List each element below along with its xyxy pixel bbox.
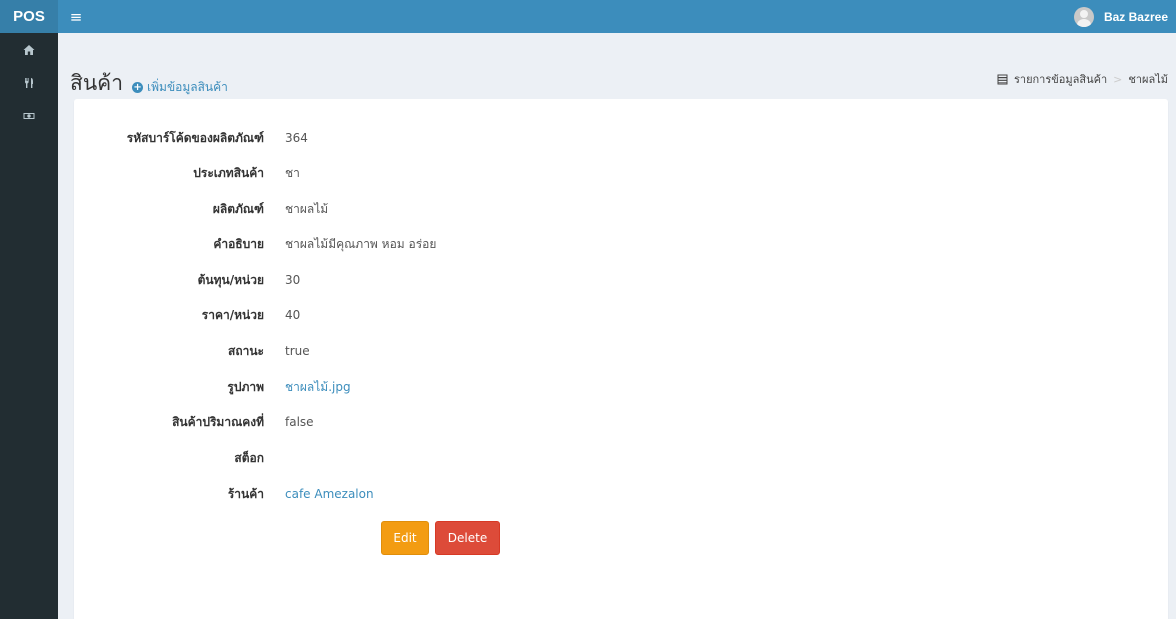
field-label: รหัสบาร์โค้ดของผลิตภัณฑ์: [126, 130, 264, 145]
breadcrumb-item-product-list[interactable]: รายการข้อมูลสินค้า: [1014, 70, 1107, 88]
field-label: ต้นทุน/หน่วย: [197, 272, 264, 287]
user-menu[interactable]: Baz Bazree: [1073, 6, 1168, 27]
field-row-image: รูปภาพ ชาผลไม้.jpg: [74, 378, 1168, 396]
sidebar-item-home[interactable]: [0, 33, 58, 66]
field-row-fixed-quantity: สินค้าปริมาณคงที่ false: [74, 413, 1168, 431]
field-value: false: [285, 415, 314, 429]
top-navbar: POS ≡ Baz Bazree: [0, 0, 1176, 33]
plus-circle-icon: +: [132, 82, 144, 93]
field-value: ชาผลไม้: [285, 201, 329, 216]
avatar: [1073, 6, 1094, 27]
add-product-link[interactable]: + เพิ่มข้อมูลสินค้า: [132, 78, 228, 97]
image-link[interactable]: ชาผลไม้.jpg: [285, 378, 351, 397]
field-label: ประเภทสินค้า: [193, 165, 264, 180]
home-icon: [23, 44, 35, 55]
field-row-cost: ต้นทุน/หน่วย 30: [74, 271, 1168, 289]
list-icon: [997, 74, 1008, 84]
breadcrumb: รายการข้อมูลสินค้า > ชาผลไม้: [997, 70, 1168, 88]
field-row-product: ผลิตภัณฑ์ ชาผลไม้: [74, 200, 1168, 218]
product-detail-box: รหัสบาร์โค้ดของผลิตภัณฑ์ 364 ประเภทสินค้…: [74, 99, 1168, 619]
field-row-barcode: รหัสบาร์โค้ดของผลิตภัณฑ์ 364: [74, 129, 1168, 147]
breadcrumb-item-current: ชาผลไม้: [1128, 73, 1168, 86]
content-area: สินค้า + เพิ่มข้อมูลสินค้า รายการข้อมูลส…: [58, 33, 1176, 619]
sidebar-item-products[interactable]: [0, 66, 58, 99]
breadcrumb-separator: >: [1113, 72, 1123, 86]
user-name: Baz Bazree: [1103, 9, 1168, 24]
field-value: 30: [285, 273, 301, 287]
field-label: คำอธิบาย: [213, 236, 264, 251]
field-value: true: [285, 344, 310, 358]
field-label: ราคา/หน่วย: [201, 307, 264, 322]
add-product-label: เพิ่มข้อมูลสินค้า: [147, 80, 228, 94]
money-icon: [23, 112, 35, 119]
field-value: 364: [285, 131, 308, 145]
field-label: สถานะ: [228, 343, 264, 358]
field-row-description: คำอธิบาย ชาผลไม้มีคุณภาพ หอม อร่อย: [74, 235, 1168, 253]
edit-button[interactable]: Edit: [381, 521, 429, 555]
field-row-category: ประเภทสินค้า ชา: [74, 164, 1168, 182]
field-row-price: ราคา/หน่วย 40: [74, 306, 1168, 324]
field-row-stock: สต็อก: [74, 449, 1168, 467]
delete-button[interactable]: Delete: [435, 521, 500, 555]
field-label: สินค้าปริมาณคงที่: [172, 414, 264, 429]
field-row-status: สถานะ true: [74, 342, 1168, 360]
sidebar-toggle-icon[interactable]: ≡: [58, 0, 94, 33]
sidebar-item-sales[interactable]: [0, 99, 58, 132]
sidebar: [0, 33, 58, 619]
content-header: สินค้า + เพิ่มข้อมูลสินค้า: [70, 67, 228, 95]
field-label: สต็อก: [234, 450, 264, 465]
page-title: สินค้า: [70, 72, 124, 95]
field-value: ชา: [285, 165, 300, 180]
field-value: ชาผลไม้มีคุณภาพ หอม อร่อย: [285, 236, 437, 251]
field-label: ร้านค้า: [227, 486, 264, 501]
field-row-shop: ร้านค้า cafe Amezalon: [74, 485, 1168, 503]
field-label: ผลิตภัณฑ์: [212, 201, 264, 216]
cutlery-icon: [25, 77, 33, 88]
shop-link[interactable]: cafe Amezalon: [285, 487, 374, 501]
field-label: รูปภาพ: [227, 379, 264, 394]
field-value: 40: [285, 308, 301, 322]
brand-logo[interactable]: POS: [0, 0, 58, 33]
